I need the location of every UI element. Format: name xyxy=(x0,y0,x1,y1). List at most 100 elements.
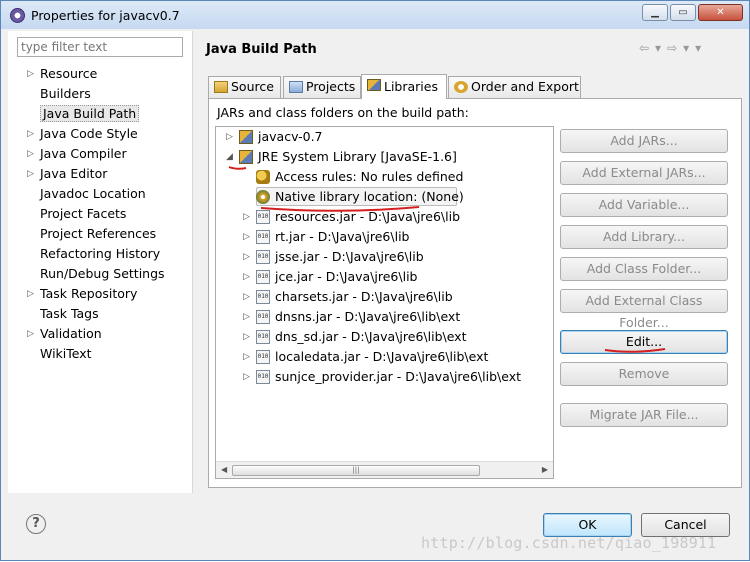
tab-projects-label: Projects xyxy=(306,79,356,94)
order-export-icon xyxy=(454,81,468,93)
tree-row-label: jce.jar - D:\Java\jre6\lib xyxy=(275,269,418,284)
nav-item[interactable]: ▷ Task Repository xyxy=(8,284,193,304)
expand-icon[interactable]: ▷ xyxy=(243,327,255,347)
nav-item-label: Java Code Style xyxy=(40,126,138,141)
expand-icon[interactable]: ▷ xyxy=(243,207,255,227)
nav-item-label: Refactoring History xyxy=(40,246,161,261)
jar-icon: 010 xyxy=(256,270,270,284)
tree-row[interactable]: ▷ javacv-0.7 xyxy=(216,127,553,147)
tab-order-and-export[interactable]: Order and Export xyxy=(448,76,581,98)
tree-row[interactable]: ▷ 010 jsse.jar - D:\Java\jre6\lib xyxy=(216,247,553,267)
nav-item[interactable]: Task Tags xyxy=(8,304,193,324)
tree-row[interactable]: ◢ JRE System Library [JavaSE-1.6] xyxy=(216,147,553,167)
tree-row-label: javacv-0.7 xyxy=(258,129,323,144)
tree-row[interactable]: ▷ 010 resources.jar - D:\Java\jre6\lib xyxy=(216,207,553,227)
nav-item[interactable]: Project Facets xyxy=(8,204,193,224)
horizontal-scrollbar[interactable]: ◀ ||| ▶ xyxy=(216,461,553,478)
nav-item-label: Javadoc Location xyxy=(40,186,146,201)
add-external-jars-button[interactable]: Add External JARs... xyxy=(560,161,728,185)
nav-item-label: Resource xyxy=(40,66,98,81)
filter-input[interactable] xyxy=(17,37,183,57)
tree-row[interactable]: ▷ 010 dns_sd.jar - D:\Java\jre6\lib\ext xyxy=(216,327,553,347)
scroll-left-icon[interactable]: ◀ xyxy=(221,465,227,474)
expand-icon[interactable]: ▷ xyxy=(243,267,255,287)
expand-icon[interactable]: ▷ xyxy=(226,127,238,147)
maximize-button[interactable]: ▭ xyxy=(670,4,696,21)
nav-item[interactable]: ▷ Validation xyxy=(8,324,193,344)
tab-libraries-label: Libraries xyxy=(384,79,438,94)
expand-icon[interactable]: ▷ xyxy=(27,124,34,144)
nav-item[interactable]: Refactoring History xyxy=(8,244,193,264)
expand-icon[interactable]: ▷ xyxy=(27,164,34,184)
nav-item[interactable]: Project References xyxy=(8,224,193,244)
expand-icon[interactable]: ▷ xyxy=(27,144,34,164)
add-jars-button[interactable]: Add JARs... xyxy=(560,129,728,153)
nav-item-label: Project References xyxy=(40,226,157,241)
title-bar[interactable]: Properties for javacv0.7 ▁ ▭ ✕ xyxy=(1,1,749,29)
edit-button[interactable]: Edit... xyxy=(560,330,728,354)
tree-row[interactable]: ▷ 010 sunjce_provider.jar - D:\Java\jre6\l… xyxy=(216,367,553,387)
gear-icon xyxy=(256,190,270,204)
add-external-class-folder-button[interactable]: Add External Class Folder... xyxy=(560,289,728,330)
scrollbar-thumb[interactable]: ||| xyxy=(232,465,480,476)
close-button[interactable]: ✕ xyxy=(698,4,743,21)
nav-item[interactable]: Builders xyxy=(8,84,193,104)
tab-source[interactable]: Source xyxy=(208,76,281,98)
tree-row[interactable]: ▷ 010 rt.jar - D:\Java\jre6\lib xyxy=(216,227,553,247)
right-pane: Java Build Path ⇦▾⇨▾▾ Source Projects Li… xyxy=(194,31,747,493)
nav-item[interactable]: ▷ Resource xyxy=(8,64,193,84)
migrate-jar-button[interactable]: Migrate JAR File... xyxy=(560,403,728,427)
jar-icon: 010 xyxy=(256,370,270,384)
add-library-button[interactable]: Add Library... xyxy=(560,225,728,249)
tree-row-label: rt.jar - D:\Java\jre6\lib xyxy=(275,229,410,244)
expand-icon[interactable]: ▷ xyxy=(243,247,255,267)
tree-row-label: charsets.jar - D:\Java\jre6\lib xyxy=(275,289,453,304)
libraries-panel: JARs and class folders on the build path… xyxy=(208,98,742,488)
scroll-right-icon[interactable]: ▶ xyxy=(542,465,548,474)
tab-libraries[interactable]: Libraries xyxy=(361,74,447,99)
nav-item[interactable]: Javadoc Location xyxy=(8,184,193,204)
tree-row-label: jsse.jar - D:\Java\jre6\lib xyxy=(275,249,424,264)
nav-item-label: Java Build Path xyxy=(40,105,140,122)
nav-item-label: Builders xyxy=(40,86,91,101)
tree-row[interactable]: Access rules: No rules defined xyxy=(216,167,553,187)
nav-item[interactable]: Run/Debug Settings xyxy=(8,264,193,284)
libraries-tree[interactable]: ▷ javacv-0.7 ◢ JRE System Library [JavaSE-1… xyxy=(215,126,554,479)
expand-icon[interactable]: ▷ xyxy=(243,307,255,327)
left-pane: ▷ Resource Builders Java Build Path ▷ Java Co… xyxy=(8,31,193,493)
nav-item[interactable]: WikiText xyxy=(8,344,193,364)
tree-row-label: dnsns.jar - D:\Java\jre6\lib\ext xyxy=(275,309,461,324)
nav-item[interactable]: ▷ Java Editor xyxy=(8,164,193,184)
nav-item[interactable]: ▷ Java Code Style xyxy=(8,124,193,144)
tree-row-label: sunjce_provider.jar - D:\Java\jre6\lib\e… xyxy=(275,369,521,384)
jar-icon: 010 xyxy=(256,310,270,324)
expand-icon[interactable]: ▷ xyxy=(243,347,255,367)
navigation-arrows-icon[interactable]: ⇦▾⇨▾▾ xyxy=(639,41,707,55)
tree-row[interactable]: ▷ 010 jce.jar - D:\Java\jre6\lib xyxy=(216,267,553,287)
expand-icon[interactable]: ▷ xyxy=(243,367,255,387)
minimize-button[interactable]: ▁ xyxy=(642,4,668,21)
tab-projects[interactable]: Projects xyxy=(283,76,361,98)
tree-row[interactable]: ▷ 010 dnsns.jar - D:\Java\jre6\lib\ext xyxy=(216,307,553,327)
help-button[interactable]: ? xyxy=(26,514,46,534)
collapse-icon[interactable]: ◢ xyxy=(226,147,238,167)
tree-row-label: JRE System Library [JavaSE-1.6] xyxy=(258,149,457,164)
expand-icon[interactable]: ▷ xyxy=(27,64,34,84)
tree-row[interactable]: Native library location: (None) xyxy=(216,187,553,207)
nav-item-label: WikiText xyxy=(40,346,92,361)
library-icon xyxy=(239,130,253,144)
expand-icon[interactable]: ▷ xyxy=(243,227,255,247)
expand-icon[interactable]: ▷ xyxy=(27,324,34,344)
tree-row[interactable]: ▷ 010 localedata.jar - D:\Java\jre6\lib\ex… xyxy=(216,347,553,367)
expand-icon[interactable]: ▷ xyxy=(27,284,34,304)
add-class-folder-button[interactable]: Add Class Folder... xyxy=(560,257,728,281)
nav-item[interactable]: Java Build Path xyxy=(8,104,193,124)
jar-icon: 010 xyxy=(256,290,270,304)
remove-button[interactable]: Remove xyxy=(560,362,728,386)
add-variable-button[interactable]: Add Variable... xyxy=(560,193,728,217)
nav-item[interactable]: ▷ Java Compiler xyxy=(8,144,193,164)
nav-item-label: Task Repository xyxy=(40,286,138,301)
expand-icon[interactable]: ▷ xyxy=(243,287,255,307)
tree-row[interactable]: ▷ 010 charsets.jar - D:\Java\jre6\lib xyxy=(216,287,553,307)
nav-item-label: Validation xyxy=(40,326,102,341)
